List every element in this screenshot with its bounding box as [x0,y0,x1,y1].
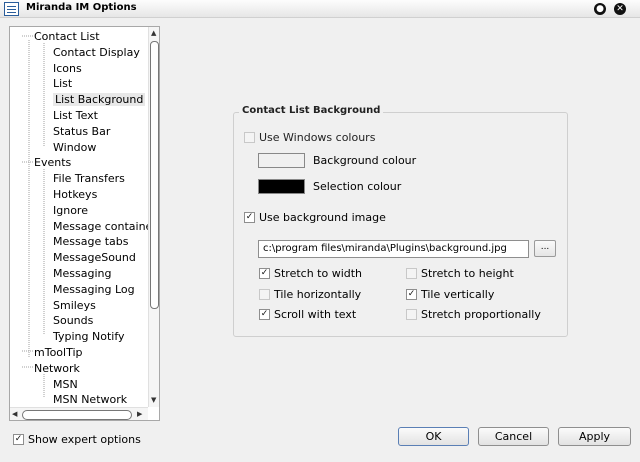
tree-item[interactable]: Typing Notify [53,329,125,344]
browse-button[interactable]: ... [534,240,556,257]
use-windows-colours-label[interactable]: Use Windows colours [259,131,375,144]
tree-item-label: Events [34,156,72,170]
use-windows-colours-checkbox[interactable] [244,132,255,143]
stretch-to-height-label[interactable]: Stretch to height [421,267,514,280]
scroll-down-arrow-icon[interactable]: ▼ [151,396,156,404]
tree-item[interactable]: Smileys [53,298,96,313]
tree-item[interactable]: Messaging Log [53,282,135,297]
selection-colour-label: Selection colour [313,180,402,193]
use-background-image-label[interactable]: Use background image [259,211,386,224]
tree-item[interactable]: List Text [53,108,98,123]
tree-item-label: MessageSound [53,251,136,265]
cancel-button[interactable]: Cancel [478,427,549,446]
stretch-proportionally-checkbox[interactable] [406,309,417,320]
tile-horizontally-checkbox[interactable] [259,289,270,300]
use-background-image-checkbox[interactable]: ✓ [244,212,255,223]
tree-item[interactable]: Contact Display [53,45,140,60]
tree-item-label: Sounds [53,314,94,328]
tree-item[interactable]: Sounds [53,313,93,328]
stretch-proportionally-label[interactable]: Stretch proportionally [421,308,541,321]
tree-item-label: Hotkeys [53,188,98,201]
tree-item-label: MSN Network [53,393,128,407]
apply-button[interactable]: Apply [558,427,631,446]
tree-item-label: Status Bar [53,124,111,138]
tree-item-label: Messaging Log [53,282,135,296]
tree-item[interactable]: Icons [53,61,82,76]
background-colour-label: Background colour [313,154,417,167]
tree-item-label: Messaging [53,267,112,280]
options-app-icon [4,2,19,16]
tree-item-label: List [53,77,73,91]
tree-item[interactable]: List Background [53,92,146,107]
minimize-button[interactable]: ● [594,3,606,15]
tree-item-label: Typing Notify [53,330,125,344]
window-title: Miranda IM Options [26,2,137,13]
tree-item-label: Window [53,140,97,154]
background-colour-swatch[interactable] [258,153,305,168]
scroll-with-text-label[interactable]: Scroll with text [274,308,356,321]
tree-item-label: MSN [53,377,78,391]
tree-item[interactable]: MessageSound [53,250,136,265]
tree-item-label: Message containers [53,219,160,233]
tree-item[interactable]: mToolTip [34,345,83,360]
selection-colour-swatch[interactable] [258,179,305,194]
tree-item[interactable]: Ignore [53,203,88,218]
tree-item[interactable]: Events [34,155,71,170]
scroll-left-arrow-icon[interactable]: ◀ [12,410,17,418]
tree-item-label: Contact Display [53,45,140,59]
tree-item[interactable]: Status Bar [53,124,110,139]
tile-vertically-label[interactable]: Tile vertically [421,288,494,301]
tree-item-label: Contact List [34,30,100,43]
tree-item-label: mToolTip [34,346,83,359]
tree-item-label: Message tabs [53,235,129,249]
scroll-up-arrow-icon[interactable]: ▲ [151,29,156,37]
tree-item[interactable]: List [53,76,72,91]
tree-item[interactable]: Network [34,361,80,376]
tree-item[interactable]: File Transfers [53,171,125,186]
tree-item[interactable]: Contact List [34,29,100,44]
tree-item[interactable]: Message tabs [53,234,128,249]
tree-item[interactable]: Window [53,140,96,155]
tree-item[interactable]: Hotkeys [53,187,97,202]
tree-item-label: List Text [53,109,98,122]
stretch-to-width-checkbox[interactable]: ✓ [259,268,270,279]
group-title: Contact List Background [239,105,384,116]
vertical-scroll-thumb[interactable] [150,41,159,309]
tree-horizontal-scrollbar[interactable]: ◀ ▶ [10,407,148,420]
ok-button[interactable]: OK [398,427,469,446]
show-expert-options-checkbox[interactable]: ✓ [13,434,24,445]
tree-item-label: Icons [53,61,82,75]
tile-horizontally-label[interactable]: Tile horizontally [274,288,361,301]
title-bar: Miranda IM Options ● ✕ [0,0,640,18]
tree-item[interactable]: MSN Network [53,392,127,407]
tree-item-label: Ignore [53,203,88,217]
tile-vertically-checkbox[interactable]: ✓ [406,289,417,300]
tree-item[interactable]: MSN [53,377,78,392]
stretch-to-width-label[interactable]: Stretch to width [274,267,362,280]
contact-list-background-group [233,112,568,337]
show-expert-options-label[interactable]: Show expert options [28,433,141,446]
close-button[interactable]: ✕ [614,3,626,15]
tree-item-label: List Background [53,93,146,107]
horizontal-scroll-thumb[interactable] [22,410,132,420]
stretch-to-height-checkbox[interactable] [406,268,417,279]
tree-vertical-scrollbar[interactable]: ▲ ▼ [148,27,159,407]
tree-item-label: Smileys [53,298,96,312]
tree-item-label: File Transfers [53,172,125,186]
tree-item-label: Network [34,361,80,375]
scroll-with-text-checkbox[interactable]: ✓ [259,309,270,320]
tree-item[interactable]: Messaging [53,266,111,281]
scroll-right-arrow-icon[interactable]: ▶ [137,410,142,418]
options-tree[interactable]: Contact List Contact Display Icons List List… [9,26,160,421]
background-image-path-input[interactable]: c:\program files\miranda\Plugins\backgro… [258,240,529,258]
tree-item[interactable]: Message containers [53,219,160,234]
